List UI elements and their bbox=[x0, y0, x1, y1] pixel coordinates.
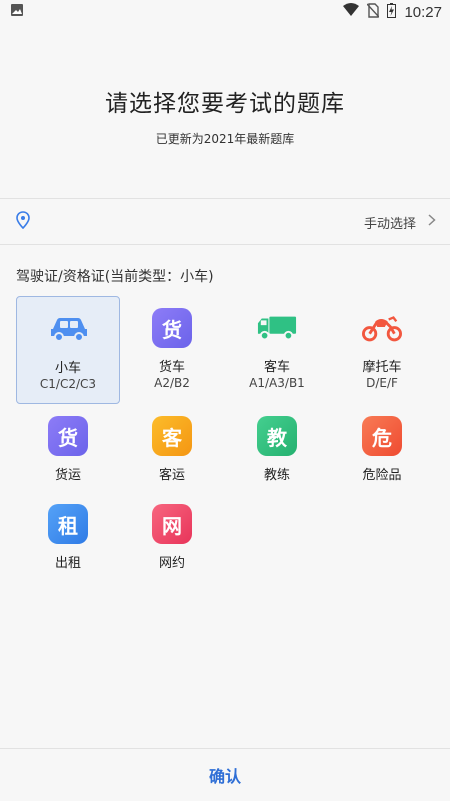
manual-select-label: 手动选择 bbox=[363, 216, 416, 232]
category-label: 客运 bbox=[158, 468, 185, 483]
ke-badge: 客 bbox=[152, 416, 192, 456]
category-label: 摩托车 bbox=[362, 360, 402, 375]
page-subtitle: 已更新为2021年最新题库 bbox=[155, 132, 295, 146]
category-label: 危险品 bbox=[362, 468, 402, 483]
category-label: 出租 bbox=[54, 556, 81, 571]
status-time: 10:27 bbox=[404, 3, 442, 21]
category-sublabel: A1/A3/B1 bbox=[249, 376, 305, 390]
page-title: 请选择您要考试的题库 bbox=[105, 91, 345, 117]
category-motorcycle[interactable]: 摩托车 D/E/F bbox=[330, 296, 434, 404]
category-taxi[interactable]: 租 出租 bbox=[16, 492, 120, 580]
wei-badge: 危 bbox=[362, 416, 402, 456]
wang-badge: 网 bbox=[152, 504, 192, 544]
motorcycle-icon bbox=[362, 308, 402, 348]
location-row[interactable]: 手动选择 bbox=[0, 200, 450, 244]
battery-charging-icon bbox=[387, 2, 397, 22]
category-sublabel: D/E/F bbox=[366, 376, 398, 390]
no-sim-icon bbox=[366, 2, 380, 22]
manual-select-button[interactable]: 手动选择 bbox=[364, 213, 436, 232]
chevron-right-icon bbox=[428, 214, 436, 230]
jiao-badge-icon: 教 bbox=[257, 416, 297, 456]
truck-icon bbox=[257, 308, 297, 348]
wang-badge-icon: 网 bbox=[152, 504, 192, 544]
zu-badge: 租 bbox=[48, 504, 88, 544]
huo-badge-icon: 货 bbox=[48, 416, 88, 456]
jiao-badge: 教 bbox=[257, 416, 297, 456]
category-hazardous[interactable]: 危 危险品 bbox=[330, 404, 434, 492]
category-label: 客车 bbox=[263, 360, 290, 375]
divider bbox=[0, 198, 450, 199]
ke-badge-icon: 客 bbox=[152, 416, 192, 456]
category-sublabel: C1/C2/C3 bbox=[39, 377, 97, 391]
category-freight[interactable]: 货 货运 bbox=[16, 404, 120, 492]
status-bar: 10:27 bbox=[0, 0, 450, 24]
huo-badge: 货 bbox=[48, 416, 88, 456]
category-coach[interactable]: 教 教练 bbox=[225, 404, 329, 492]
category-label: 教练 bbox=[263, 468, 290, 483]
category-ride-hailing[interactable]: 网 网约 bbox=[120, 492, 224, 580]
category-car[interactable]: 小车 C1/C2/C3 bbox=[16, 296, 120, 404]
category-truck-license[interactable]: 货 货车 A2/B2 bbox=[120, 296, 224, 404]
category-label: 货运 bbox=[54, 468, 81, 483]
car-icon bbox=[49, 309, 89, 349]
divider bbox=[0, 244, 450, 245]
location-pin-icon bbox=[16, 211, 30, 233]
huo-badge-icon: 货 bbox=[152, 308, 192, 348]
category-label: 网约 bbox=[158, 556, 185, 571]
category-label: 小车 bbox=[54, 361, 81, 376]
category-label: 货车 bbox=[158, 360, 185, 375]
section-title: 驾驶证/资格证(当前类型：小车) bbox=[16, 269, 214, 285]
confirm-button[interactable]: 确认 bbox=[209, 763, 241, 787]
header: 请选择您要考试的题库 已更新为2021年最新题库 bbox=[0, 24, 450, 196]
category-passenger[interactable]: 客 客运 bbox=[120, 404, 224, 492]
bottom-bar: 确认 bbox=[0, 748, 450, 801]
wei-badge-icon: 危 bbox=[362, 416, 402, 456]
category-bus[interactable]: 客车 A1/A3/B1 bbox=[225, 296, 329, 404]
huo-badge: 货 bbox=[152, 308, 192, 348]
category-sublabel: A2/B2 bbox=[154, 376, 190, 390]
image-icon bbox=[10, 3, 24, 21]
wifi-icon bbox=[343, 3, 360, 21]
zu-badge-icon: 租 bbox=[48, 504, 88, 544]
